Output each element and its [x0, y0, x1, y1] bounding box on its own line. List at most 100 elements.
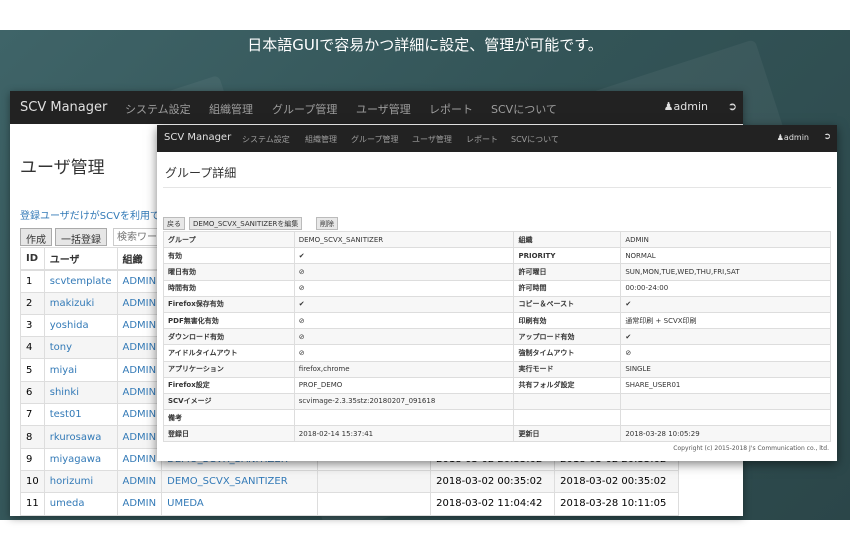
user-menu[interactable]: ♟admin — [777, 133, 809, 142]
nav-report[interactable]: レポート — [466, 134, 498, 145]
cell-spacer — [317, 492, 432, 516]
delete-button[interactable]: 削除 — [316, 217, 338, 230]
disabled-icon: ⊘ — [293, 344, 515, 362]
cell-updated: 2018-03-28 10:11:05 — [554, 492, 680, 516]
cell-org-link[interactable]: ADMIN — [116, 358, 163, 382]
nav-report[interactable]: レポート — [429, 101, 473, 117]
nav-user-management[interactable]: ユーザ管理 — [356, 101, 411, 117]
cell-org-link[interactable]: ADMIN — [116, 380, 163, 405]
detail-row: 曜日有効 ⊘ 許可曜日 SUN,MON,TUE,WED,THU,FRI,SAT — [163, 263, 831, 281]
detail-row: グループ DEMO_SCVX_SANITIZER 組織 ADMIN — [163, 230, 831, 249]
nav-org-management[interactable]: 組織管理 — [209, 101, 253, 117]
cell-id: 5 — [20, 358, 45, 382]
cell-org-link[interactable]: ADMIN — [116, 425, 163, 449]
field-value: 00:00-24:00 — [620, 279, 831, 297]
nav-user-management[interactable]: ユーザ管理 — [412, 134, 452, 145]
cell-user-link[interactable]: test01 — [43, 403, 118, 427]
detail-row: SCVイメージ scvimage-2.3.35stz:20180207_09161… — [163, 392, 831, 411]
cell-user-link[interactable]: miyai — [43, 358, 118, 382]
detail-row: アプリケーション firefox,chrome 実行モード SINGLE — [163, 360, 831, 378]
detail-row: Firefox設定 PROF_DEMO 共有フォルダ設定 SHARE_USER01 — [163, 376, 831, 394]
cell-org-link[interactable]: ADMIN — [116, 336, 163, 360]
nav-system-settings[interactable]: システム設定 — [125, 101, 191, 117]
brand-link[interactable]: SCV Manager — [20, 100, 107, 115]
nav-about-scv[interactable]: SCVについて — [511, 134, 559, 145]
field-value — [620, 409, 831, 427]
cell-user-link[interactable]: rkurosawa — [43, 425, 118, 449]
field-label: PDF無害化有効 — [163, 311, 295, 330]
field-label: SCVイメージ — [163, 392, 295, 411]
field-value: 2018-03-28 10:05:29 — [620, 425, 831, 443]
field-value[interactable]: SHARE_USER01 — [620, 376, 831, 394]
user-icon: ♟ — [776, 133, 784, 142]
cell-user-link[interactable]: tony — [43, 336, 118, 360]
nav-group-management[interactable]: グループ管理 — [351, 134, 399, 145]
cell-org-link[interactable]: ADMIN — [116, 269, 163, 293]
detail-row: 備考 — [163, 409, 831, 427]
table-row: 10 horizumi ADMIN DEMO_SCVX_SANITIZER 2018-0… — [20, 469, 680, 494]
cell-id: 3 — [20, 313, 45, 338]
field-label: 実行モード — [513, 360, 622, 378]
field-value — [293, 409, 515, 427]
nav-system-settings[interactable]: システム設定 — [242, 134, 290, 145]
nav-org-management[interactable]: 組織管理 — [305, 134, 337, 145]
cell-id: 10 — [20, 469, 45, 494]
field-label: Firefox保存有効 — [163, 295, 295, 313]
detail-row: Firefox保存有効 ✔ コピー＆ペースト ✔ — [163, 295, 831, 313]
logout-icon[interactable]: ➲ — [728, 100, 737, 113]
field-label: 許可時間 — [513, 279, 622, 297]
field-value: SUN,MON,TUE,WED,THU,FRI,SAT — [620, 263, 831, 281]
cell-user-link[interactable]: scvtemplate — [43, 269, 118, 293]
field-label: ダウンロード有効 — [163, 328, 295, 346]
create-button[interactable]: 作成 — [20, 228, 52, 246]
cell-user-link[interactable]: umeda — [43, 492, 118, 516]
field-label: アプリケーション — [163, 360, 295, 378]
user-menu[interactable]: ♟admin — [664, 100, 708, 113]
top-navbar: SCV Manager システム設定 組織管理 グループ管理 ユーザ管理 レポー… — [10, 91, 743, 124]
cell-group-link[interactable]: UMEDA — [161, 492, 319, 516]
field-label: グループ — [163, 230, 295, 249]
field-value: SINGLE — [620, 360, 831, 378]
cell-user-link[interactable]: horizumi — [43, 469, 118, 494]
cell-org-link[interactable]: ADMIN — [116, 291, 163, 315]
field-label: 共有フォルダ設定 — [513, 376, 622, 394]
user-name: admin — [673, 100, 708, 113]
cell-user-link[interactable]: miyagawa — [43, 447, 118, 471]
cell-org-link[interactable]: ADMIN — [116, 313, 163, 338]
copyright: Copyright (c) 2015-2018 J's Communicatio… — [673, 445, 829, 452]
bulk-register-button[interactable]: 一括登録 — [55, 228, 107, 246]
cell-org-link[interactable]: ADMIN — [116, 469, 163, 494]
field-label: 備考 — [163, 409, 295, 427]
cell-id: 9 — [20, 447, 45, 471]
detail-row: 登録日 2018-02-14 15:37:41 更新日 2018-03-28 10:0… — [163, 425, 831, 443]
cell-org-link[interactable]: ADMIN — [116, 403, 163, 427]
field-label: 許可曜日 — [513, 263, 622, 281]
cell-user-link[interactable]: yoshida — [43, 313, 118, 338]
cell-org-link[interactable]: ADMIN — [116, 447, 163, 471]
cell-user-link[interactable]: makizuki — [43, 291, 118, 315]
group-detail-window: SCV Manager システム設定 組織管理 グループ管理 ユーザ管理 レポー… — [157, 125, 837, 461]
field-label: 更新日 — [513, 425, 622, 443]
cell-org-link[interactable]: ADMIN — [116, 492, 163, 516]
field-value: NORMAL — [620, 247, 831, 265]
field-label: Firefox設定 — [163, 376, 295, 394]
disabled-icon: ⊘ — [620, 344, 831, 362]
page-title: ユーザ管理 — [20, 158, 105, 178]
nav-group-management[interactable]: グループ管理 — [272, 101, 337, 117]
logout-icon[interactable]: ➲ — [823, 132, 831, 142]
brand-link[interactable]: SCV Manager — [164, 132, 231, 143]
cell-created: 2018-03-02 11:04:42 — [430, 492, 556, 516]
field-label: 時間有効 — [163, 279, 295, 297]
cell-user-link[interactable]: shinki — [43, 380, 118, 405]
back-button[interactable]: 戻る — [163, 217, 185, 230]
field-label — [513, 409, 622, 427]
field-value[interactable]: PROF_DEMO — [293, 376, 515, 394]
col-org: 組織 — [116, 246, 163, 271]
field-label: 曜日有効 — [163, 263, 295, 281]
disabled-icon: ⊘ — [293, 311, 515, 330]
field-label: 組織 — [513, 230, 622, 249]
field-value — [620, 392, 831, 411]
nav-about-scv[interactable]: SCVについて — [491, 101, 557, 117]
cell-group-link[interactable]: DEMO_SCVX_SANITIZER — [161, 469, 319, 494]
edit-button[interactable]: DEMO_SCVX_SANITIZERを編集 — [189, 217, 303, 230]
